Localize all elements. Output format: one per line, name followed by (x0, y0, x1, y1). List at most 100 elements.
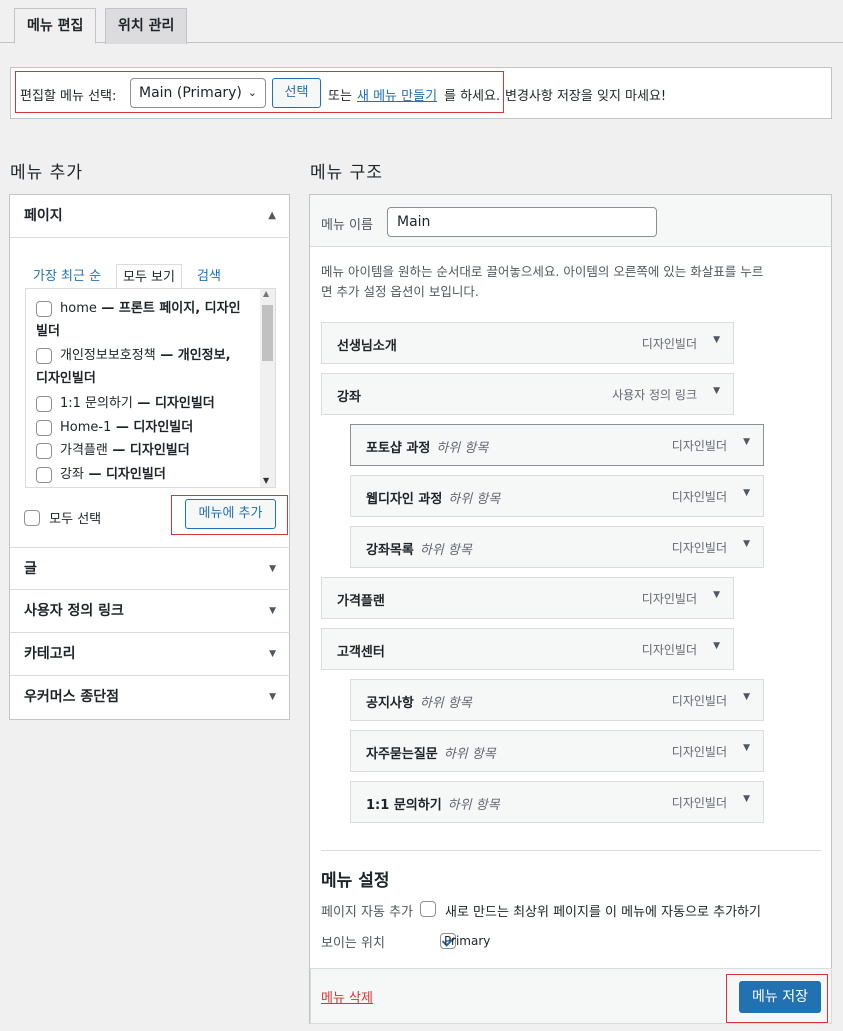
sub-item-label: 하위 항목 (447, 798, 500, 813)
select-all-row: 모두 선택 (24, 508, 101, 527)
menu-item[interactable]: 1:1 문의하기 하위 항목 디자인빌더 ▼ (350, 781, 764, 823)
page-checkbox[interactable] (36, 396, 52, 412)
menu-instructions: 메뉴 아이템을 원하는 순서대로 끌어놓으세요. 아이템의 오른쪽에 있는 화살… (321, 262, 823, 302)
menu-item-title: 고객센터 (337, 645, 385, 660)
menu-item[interactable]: 선생님소개 디자인빌더 ▼ (321, 322, 734, 364)
menu-name-label: 메뉴 이름 (321, 218, 373, 233)
menu-item[interactable]: 자주묻는질문 하위 항목 디자인빌더 ▼ (350, 730, 764, 772)
auto-add-label: 페이지 자동 추가 (321, 905, 413, 920)
accordion-posts[interactable]: 글 ▼ (10, 547, 290, 590)
select-all-label: 모두 선택 (49, 512, 102, 527)
chevron-down-icon[interactable]: ▼ (713, 590, 720, 600)
accordion-custom-links[interactable]: 사용자 정의 링크 ▼ (10, 590, 290, 633)
menu-item-title: 1:1 문의하기 (366, 798, 442, 813)
menu-item-title: 강좌목록 (366, 543, 414, 558)
highlight-box-add (171, 495, 288, 535)
menu-settings-title: 메뉴 설정 (321, 871, 390, 891)
chevron-down-icon: ▼ (269, 692, 276, 702)
highlight-box-select (15, 71, 504, 113)
menu-name-field[interactable]: Main (387, 207, 657, 237)
sub-item-label: 하위 항목 (443, 747, 496, 762)
instructions-line: 면 추가 설정 옵션이 보입니다. (321, 284, 479, 299)
list-item: 강좌 — 디자인빌더 (36, 463, 258, 486)
pages-checklist[interactable]: home — 프론트 페이지, 디자인 빌더 개인정보보호정책 — 개인정보, … (25, 288, 276, 488)
page-checkbox[interactable] (36, 443, 52, 459)
list-item: 1:1 문의하기 — 디자인빌더 (36, 392, 258, 415)
menu-item-type: 디자인빌더 (671, 796, 727, 810)
menu-item-title: 자주묻는질문 (366, 747, 438, 762)
menu-item-type: 디자인빌더 (641, 592, 697, 606)
custom-links-section-title: 사용자 정의 링크 (24, 603, 124, 619)
highlight-box-save (726, 974, 828, 1023)
auto-add-checkbox[interactable] (420, 901, 436, 917)
chevron-down-icon[interactable]: ▼ (743, 437, 750, 447)
tab-search[interactable]: 검색 (191, 264, 227, 290)
menu-item[interactable]: 강좌목록 하위 항목 디자인빌더 ▼ (350, 526, 764, 568)
scroll-up-icon[interactable]: ▲ (263, 289, 269, 298)
chevron-down-icon: ▼ (269, 606, 276, 616)
save-reminder-text: 변경사항 저장을 잊지 마세요! (505, 89, 667, 104)
chevron-up-icon: ▲ (268, 210, 276, 221)
instructions-line: 메뉴 아이템을 원하는 순서대로 끌어놓으세요. 아이템의 오른쪽에 있는 화살… (321, 264, 764, 279)
accordion-categories[interactable]: 카테고리 ▼ (10, 633, 290, 676)
accordion-woocommerce-endpoints[interactable]: 우커머스 종단점 ▼ (10, 676, 290, 719)
select-all-checkbox[interactable] (24, 509, 40, 526)
chevron-down-icon[interactable]: ▼ (743, 539, 750, 549)
chevron-down-icon[interactable]: ▼ (743, 692, 750, 702)
tab-manage-locations[interactable]: 위치 관리 (105, 8, 188, 44)
menu-item[interactable]: 포토샵 과정 하위 항목 디자인빌더 ▼ (350, 424, 764, 466)
page-tag: — 디자인빌더 (111, 420, 194, 435)
delete-menu-link[interactable]: 메뉴 삭제 (321, 987, 373, 1006)
tab-view-all[interactable]: 모두 보기 (116, 264, 182, 290)
menu-item[interactable]: 고객센터 디자인빌더 ▼ (321, 628, 734, 670)
page-checkbox[interactable] (36, 420, 52, 436)
page-tag: — 디자인빌더 (83, 467, 166, 482)
page-checkbox[interactable] (36, 467, 52, 483)
chevron-down-icon[interactable]: ▼ (713, 641, 720, 651)
primary-location-label: Primary (444, 934, 491, 948)
tab-edit-menus[interactable]: 메뉴 편집 (14, 8, 97, 44)
menu-item-title: 웹디자인 과정 (366, 492, 443, 507)
page-tag: — 디자인빌더 (132, 396, 215, 411)
page-name: 가격플랜 (60, 443, 108, 458)
chevron-down-icon[interactable]: ▼ (743, 794, 750, 804)
menu-structure-title: 메뉴 구조 (310, 163, 383, 183)
add-menu-items-title: 메뉴 추가 (10, 163, 83, 183)
page-name: Home-1 (60, 420, 112, 435)
menu-item-type: 사용자 정의 링크 (612, 388, 697, 402)
chevron-down-icon[interactable]: ▼ (743, 488, 750, 498)
menu-item-type: 디자인빌더 (671, 694, 727, 708)
tab-most-recent[interactable]: 가장 최근 순 (27, 264, 107, 290)
auto-add-text: 새로 만드는 최상위 페이지를 이 메뉴에 자동으로 추가하기 (445, 905, 761, 920)
page-tag: — 디자인빌더 (107, 443, 190, 458)
list-item: 가격플랜 — 디자인빌더 (36, 439, 258, 462)
menu-item-title: 포토샵 과정 (366, 441, 431, 456)
display-location-label: 보이는 위치 (321, 936, 385, 951)
page-checkbox[interactable] (36, 301, 52, 317)
menu-item[interactable]: 웹디자인 과정 하위 항목 디자인빌더 ▼ (350, 475, 764, 517)
menu-item[interactable]: 강좌 사용자 정의 링크 ▼ (321, 373, 734, 415)
chevron-down-icon[interactable]: ▼ (713, 335, 720, 345)
page-name: 개인정보보호정책 (60, 348, 156, 363)
scroll-down-icon[interactable]: ▼ (263, 476, 269, 485)
page-checkbox[interactable] (36, 348, 52, 364)
list-item: Home-1 — 디자인빌더 (36, 416, 258, 439)
list-scrollbar[interactable]: ▲ ▼ (260, 289, 275, 487)
chevron-down-icon[interactable]: ▼ (713, 386, 720, 396)
menu-item-title: 선생님소개 (337, 339, 397, 354)
chevron-down-icon: ▼ (269, 564, 276, 574)
menu-item-title: 가격플랜 (337, 594, 385, 609)
menu-item-type: 디자인빌더 (641, 643, 697, 657)
page-tag: — 프론트 페이지, 디자인 (96, 301, 241, 316)
page-tag: — 개인정보, (155, 348, 231, 363)
menu-item-type: 디자인빌더 (641, 337, 697, 351)
list-item: home — 프론트 페이지, 디자인 빌더 (36, 297, 258, 343)
categories-section-title: 카테고리 (24, 646, 76, 662)
menu-item[interactable]: 공지사항 하위 항목 디자인빌더 ▼ (350, 679, 764, 721)
accordion-pages[interactable]: 페이지 ▲ (10, 195, 290, 238)
sub-item-label: 하위 항목 (448, 492, 501, 507)
woocommerce-section-title: 우커머스 종단점 (24, 689, 120, 705)
chevron-down-icon[interactable]: ▼ (743, 743, 750, 753)
scrollbar-thumb[interactable] (262, 305, 273, 361)
menu-item[interactable]: 가격플랜 디자인빌더 ▼ (321, 577, 734, 619)
